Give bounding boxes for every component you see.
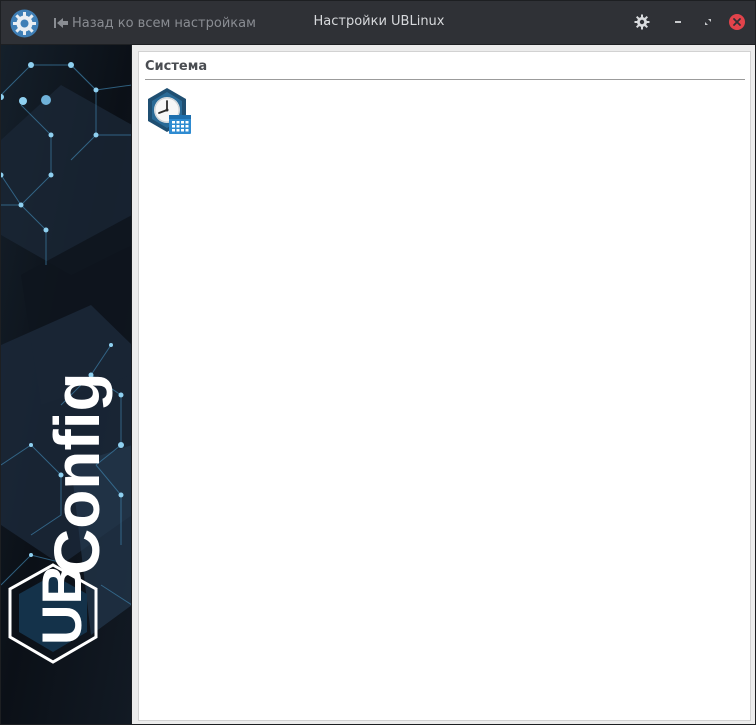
brand-word-text: Config xyxy=(41,372,113,575)
section-divider xyxy=(145,79,745,80)
date-time-module-button[interactable] xyxy=(145,86,195,138)
brand-badge-text: UB xyxy=(30,564,93,645)
minimize-icon xyxy=(675,21,681,23)
maximize-button[interactable] xyxy=(697,11,719,33)
settings-button[interactable] xyxy=(631,11,653,33)
date-time-icon xyxy=(148,88,191,134)
main-content: Система xyxy=(132,45,755,724)
back-arrow-icon xyxy=(54,18,68,28)
back-to-all-settings-button[interactable]: Назад ко всем настройкам xyxy=(53,13,256,33)
modules-panel: Система xyxy=(138,51,751,721)
close-icon xyxy=(729,14,745,30)
close-button[interactable] xyxy=(726,11,748,33)
sidebar-brand-panel: UB Config xyxy=(1,45,132,724)
title-bar: Назад ко всем настройкам Настройки UBLin… xyxy=(1,1,755,45)
ubconfig-brand-graphic: UB Config xyxy=(1,45,131,724)
gear-icon xyxy=(634,14,650,30)
back-button-label: Назад ко всем настройкам xyxy=(72,15,256,31)
app-window: Назад ко всем настройкам Настройки UBLin… xyxy=(0,0,756,725)
minimize-button[interactable] xyxy=(667,11,689,33)
maximize-icon xyxy=(705,19,711,25)
ubconfig-app-icon xyxy=(9,8,40,39)
section-title-system: Система xyxy=(145,59,208,74)
